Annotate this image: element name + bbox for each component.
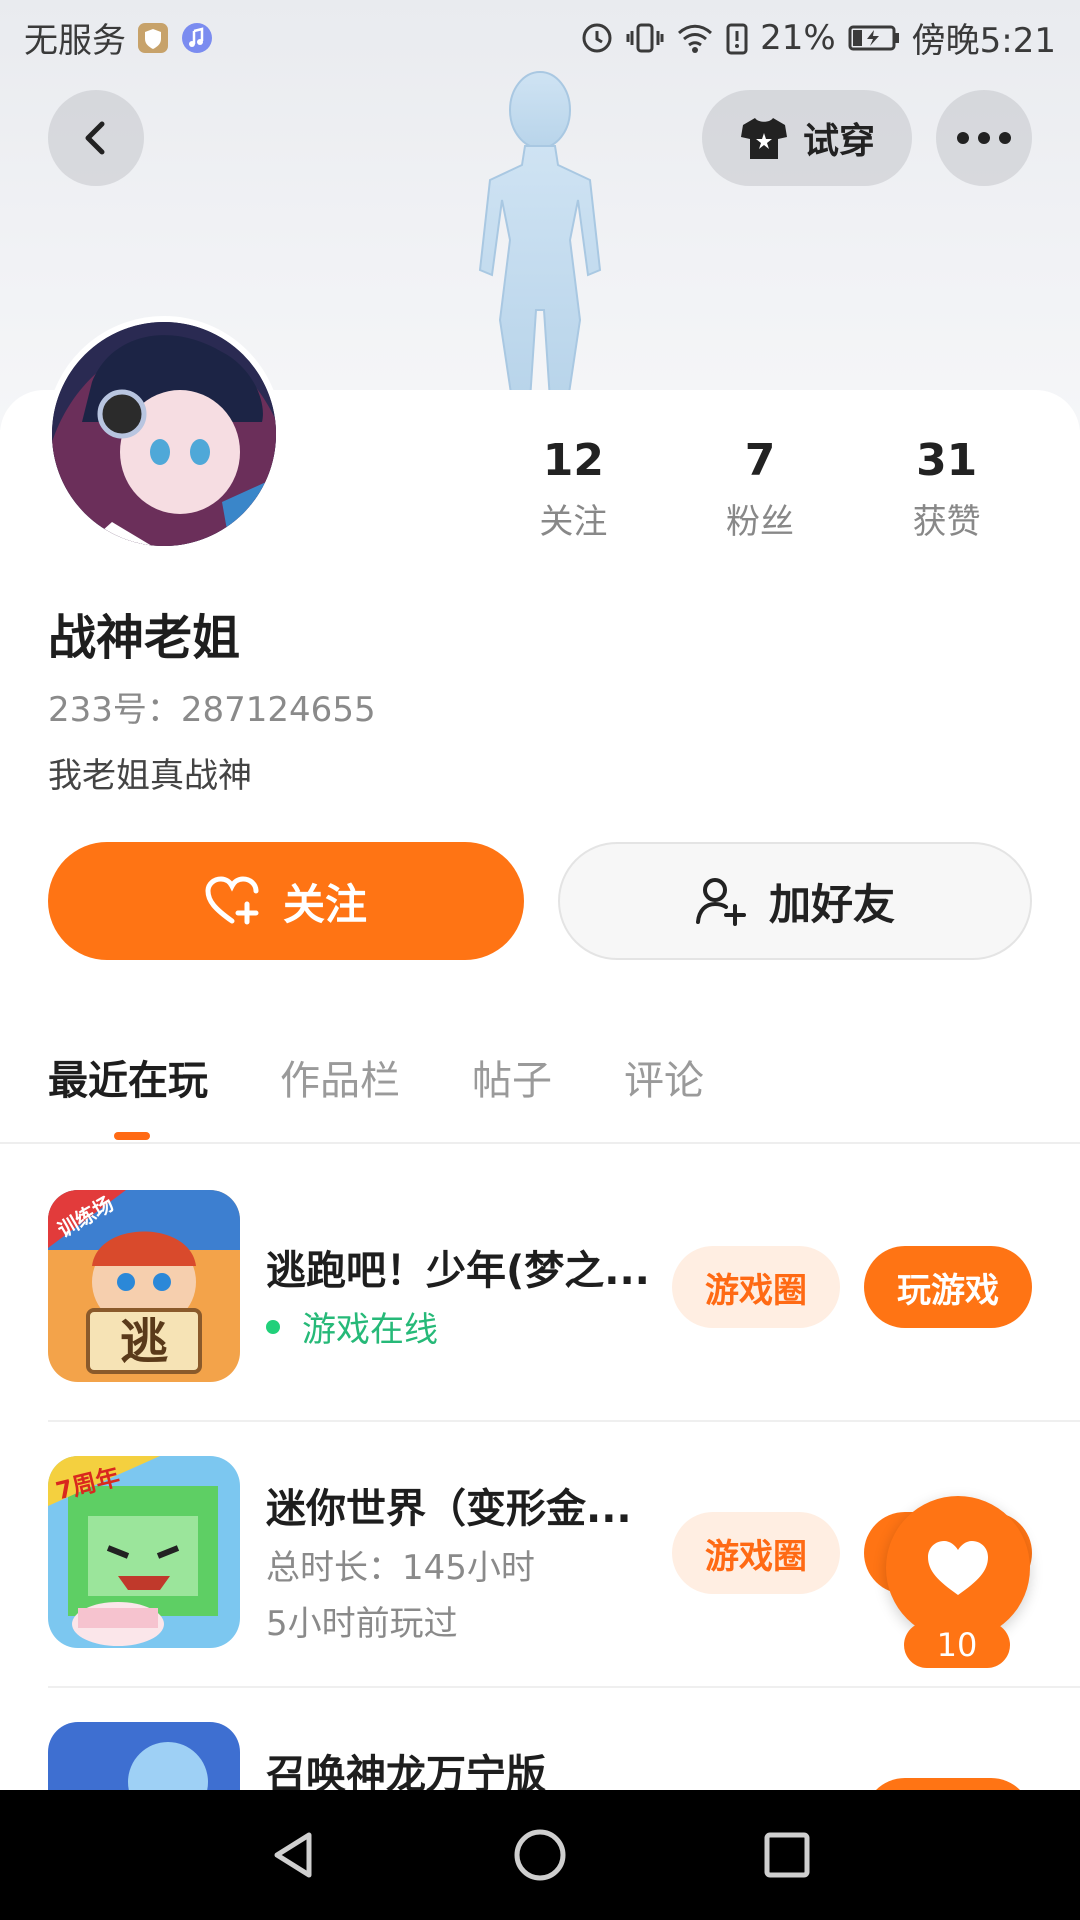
more-dots-icon	[957, 132, 1011, 144]
tshirt-icon	[740, 118, 787, 159]
tab-comments[interactable]: 评论	[624, 1048, 704, 1106]
like-count-badge: 10	[904, 1622, 1010, 1668]
online-dot-icon	[266, 1319, 280, 1334]
game-thumbnail	[48, 1722, 240, 1790]
more-button[interactable]	[936, 90, 1032, 186]
game-row[interactable]: 逃 训练场 逃跑吧！少年(梦之... 游戏在线 游戏圈 玩游戏	[48, 1190, 1080, 1456]
stat-likes-label: 获赞	[912, 502, 981, 542]
stat-following-value: 12	[542, 435, 604, 486]
back-arrow-icon	[85, 121, 105, 155]
row-divider	[48, 1420, 1080, 1422]
alarm-icon	[580, 21, 614, 55]
nav-recents-icon[interactable]	[759, 1827, 815, 1883]
game-row[interactable]: 召唤神龙万宁版	[48, 1722, 1080, 1790]
add-friend-label: 加好友	[768, 879, 895, 929]
shield-app-icon	[136, 21, 170, 55]
battery-percent: 21%	[760, 17, 836, 58]
battery-alert-icon	[726, 21, 748, 55]
try-on-label: 试穿	[802, 121, 875, 162]
heart-plus-icon	[205, 876, 259, 925]
stat-following-label: 关注	[539, 502, 608, 542]
game-title: 逃跑吧！少年(梦之...	[266, 1248, 650, 1294]
battery-charging-icon	[848, 24, 900, 52]
status-bar: 无服务 21% 傍晚5:21	[0, 0, 1080, 75]
carrier-text: 无服务	[24, 21, 126, 61]
profile-uid: 233号：287124655	[48, 690, 376, 730]
clock-time: 傍晚5:21	[911, 21, 1056, 61]
follow-label: 关注	[282, 879, 367, 929]
nav-home-icon[interactable]	[512, 1827, 568, 1883]
add-user-icon	[695, 878, 746, 926]
heart-icon	[928, 1541, 988, 1595]
nav-back-icon[interactable]	[265, 1827, 321, 1883]
game-circle-button[interactable]: 游戏圈	[672, 1512, 840, 1594]
stat-fans-value: 7	[744, 435, 776, 486]
profile-tabs: 最近在玩 作品栏 帖子 评论	[48, 1048, 704, 1106]
active-tab-indicator	[114, 1132, 150, 1140]
add-friend-button[interactable]: 加好友	[558, 842, 1032, 960]
game-status-text: 游戏在线	[302, 1310, 438, 1350]
tab-recent-playing[interactable]: 最近在玩	[48, 1048, 208, 1106]
avatar-figure-illustration	[478, 71, 602, 400]
vibrate-icon	[626, 21, 664, 55]
try-on-button[interactable]: 试穿	[702, 90, 912, 186]
stat-fans-label: 粉丝	[726, 502, 794, 542]
music-app-icon	[180, 21, 214, 55]
avatar[interactable]	[46, 316, 282, 552]
tab-posts[interactable]: 帖子	[472, 1048, 552, 1106]
stat-fans[interactable]: 7 粉丝	[667, 436, 854, 543]
game-online-status: 游戏在线	[266, 1302, 438, 1351]
game-title: 召唤神龙万宁版	[266, 1752, 546, 1790]
wifi-icon	[676, 21, 714, 55]
game-title: 迷你世界（变形金...	[266, 1486, 632, 1532]
stat-likes[interactable]: 31 获赞	[853, 436, 1040, 543]
follow-button[interactable]: 关注	[48, 842, 524, 960]
game-thumbnail: 7周年	[48, 1456, 240, 1648]
game-circle-button[interactable]: 游戏圈	[672, 1246, 840, 1328]
game-thumbnail: 逃 训练场	[48, 1190, 240, 1382]
game-last-played: 5小时前玩过	[266, 1604, 458, 1644]
svg-text:逃: 逃	[120, 1314, 168, 1370]
row-divider	[48, 1686, 1080, 1688]
like-fab-button[interactable]	[886, 1496, 1030, 1640]
game-total-time: 总时长：145小时	[266, 1548, 535, 1588]
tabs-divider	[0, 1142, 1080, 1144]
play-game-button[interactable]: 玩游戏	[864, 1246, 1032, 1328]
system-navigation-bar	[0, 1790, 1080, 1920]
stat-following[interactable]: 12 关注	[480, 436, 667, 543]
tab-works[interactable]: 作品栏	[280, 1048, 400, 1106]
profile-name: 战神老姐	[48, 610, 241, 666]
profile-stats: 12 关注 7 粉丝 31 获赞	[480, 436, 1040, 543]
play-game-button[interactable]	[864, 1778, 1032, 1790]
stat-likes-value: 31	[916, 435, 978, 486]
profile-bio: 我老姐真战神	[48, 756, 252, 796]
back-button[interactable]	[48, 90, 144, 186]
